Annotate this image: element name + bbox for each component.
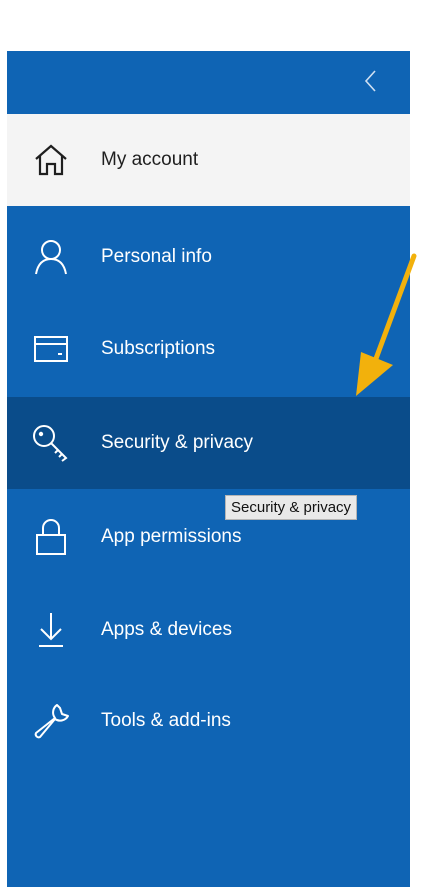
sidebar-item-personal-info[interactable]: Personal info — [7, 211, 410, 303]
sidebar-item-my-account[interactable]: My account — [7, 114, 410, 206]
sidebar-item-label: App permissions — [101, 526, 242, 547]
home-icon — [29, 138, 73, 182]
person-icon — [29, 235, 73, 279]
sidebar-item-tools-addins[interactable]: Tools & add-ins — [7, 675, 410, 767]
key-icon — [29, 421, 73, 465]
collapse-sidebar-button[interactable] — [356, 61, 386, 101]
sidebar-item-label: Apps & devices — [101, 619, 232, 640]
tooltip-security-privacy: Security & privacy — [225, 495, 358, 520]
sidebar-item-label: Tools & add-ins — [101, 710, 231, 731]
annotation-arrow-icon — [356, 253, 417, 396]
sidebar-item-label: My account — [101, 149, 199, 170]
sidebar-item-label: Subscriptions — [101, 338, 216, 359]
download-icon — [29, 608, 73, 652]
lock-icon — [29, 515, 73, 559]
sidebar-item-label: Personal info — [101, 246, 212, 267]
wrench-icon — [29, 699, 73, 743]
chevron-left-icon — [364, 70, 376, 92]
sidebar-item-apps-devices[interactable]: Apps & devices — [7, 584, 410, 676]
sidebar-item-security-privacy[interactable]: Security & privacy — [7, 397, 410, 489]
sidebar-item-label: Security & privacy — [101, 432, 254, 453]
sidebar-item-subscriptions[interactable]: Subscriptions — [7, 303, 410, 395]
card-icon — [29, 327, 73, 371]
sidebar: My account Personal info Subscriptions S… — [7, 51, 410, 887]
